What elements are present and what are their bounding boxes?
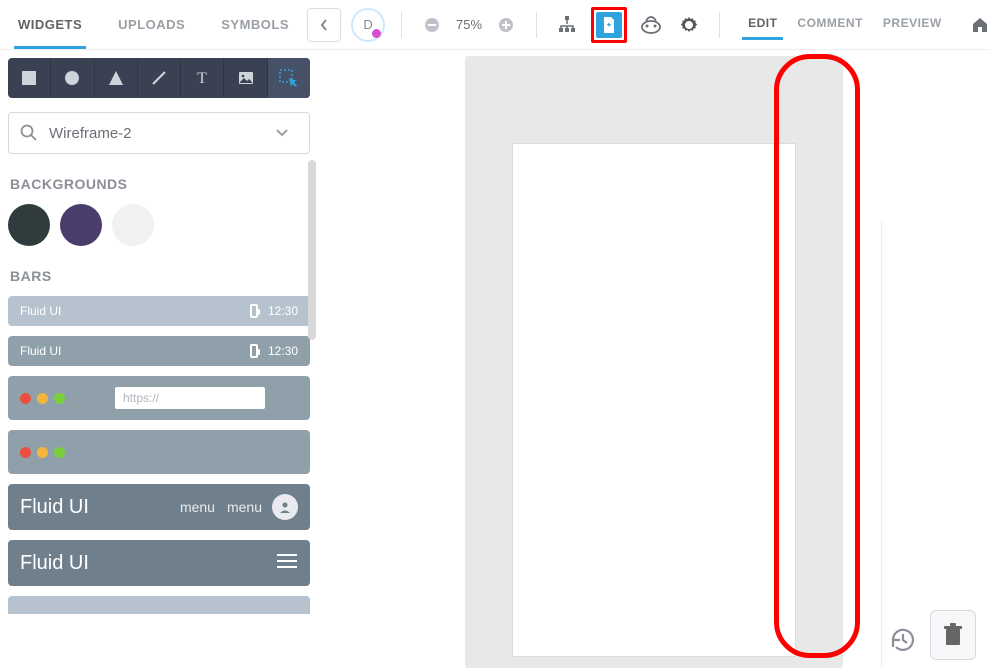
widgets-sidebar: T Wireframe-2 BACKGROUNDS BARS Fluid UI … <box>0 50 318 668</box>
shape-circle-button[interactable] <box>51 58 94 98</box>
prev-page-button[interactable] <box>307 8 341 42</box>
shape-rectangle-button[interactable] <box>8 58 51 98</box>
section-backgrounds-label: BACKGROUNDS <box>10 176 310 192</box>
appbar-menu1: menu <box>180 499 215 515</box>
traffic-lights <box>20 447 65 458</box>
shape-image-button[interactable] <box>224 58 267 98</box>
mode-tabs: EDIT COMMENT PREVIEW <box>740 10 950 40</box>
add-page-button[interactable] <box>596 12 622 38</box>
traffic-yellow-icon <box>37 447 48 458</box>
mode-comment[interactable]: COMMENT <box>789 10 871 40</box>
section-bars-label: BARS <box>10 268 310 284</box>
widget-statusbar-dark[interactable]: Fluid UI 12:30 <box>8 336 310 366</box>
widget-appbar-hamburger[interactable]: Fluid UI <box>8 540 310 586</box>
traffic-red-icon <box>20 393 31 404</box>
shape-tool-row: T <box>8 58 310 98</box>
traffic-red-icon <box>20 447 31 458</box>
settings-button[interactable] <box>675 11 703 39</box>
statusbar-label: Fluid UI <box>20 344 61 358</box>
tab-symbols[interactable]: SYMBOLS <box>203 0 307 49</box>
shape-text-button[interactable]: T <box>181 58 224 98</box>
traffic-green-icon <box>54 447 65 458</box>
statusbar-time: 12:30 <box>268 344 298 358</box>
library-tabs: WIDGETS UPLOADS SYMBOLS <box>0 0 307 49</box>
traffic-lights <box>20 393 65 404</box>
trash-button[interactable] <box>930 610 976 660</box>
traffic-yellow-icon <box>37 393 48 404</box>
avatar-letter: D <box>363 17 372 32</box>
bg-swatch-purple[interactable] <box>60 204 102 246</box>
addressbar-placeholder: https:// <box>115 387 265 409</box>
widget-bar-peek[interactable] <box>8 596 310 614</box>
toolbar-divider <box>536 12 537 38</box>
share-button[interactable] <box>637 11 665 39</box>
bg-swatch-light[interactable] <box>112 204 154 246</box>
history-button[interactable] <box>888 625 918 660</box>
tab-widgets[interactable]: WIDGETS <box>0 0 100 49</box>
appbar-title: Fluid UI <box>20 496 89 519</box>
widget-windowbar[interactable] <box>8 430 310 474</box>
tab-uploads[interactable]: UPLOADS <box>100 0 203 49</box>
statusbar-time: 12:30 <box>268 304 298 318</box>
workspace: T Wireframe-2 BACKGROUNDS BARS Fluid UI … <box>0 50 990 668</box>
widget-appbar-menu[interactable]: Fluid UI menu menu <box>8 484 310 530</box>
user-avatar[interactable]: D <box>351 8 385 42</box>
annotation-highlight-addpage <box>591 7 627 43</box>
top-toolbar: WIDGETS UPLOADS SYMBOLS D 75% <box>0 0 990 50</box>
widget-statusbar-light[interactable]: Fluid UI 12:30 <box>8 296 310 326</box>
toolbar-divider <box>719 12 720 38</box>
sitemap-button[interactable] <box>553 11 581 39</box>
adjacent-artboard-peek[interactable] <box>882 220 990 668</box>
toolbar-divider <box>401 12 402 38</box>
chevron-down-icon[interactable] <box>275 125 299 142</box>
mode-preview[interactable]: PREVIEW <box>875 10 950 40</box>
widget-browserbar[interactable]: https:// <box>8 376 310 420</box>
shape-triangle-button[interactable] <box>95 58 138 98</box>
search-icon <box>19 123 39 143</box>
artboard-frame[interactable] <box>465 56 843 668</box>
zoom-level: 75% <box>456 17 482 32</box>
zoom-in-button[interactable] <box>492 11 520 39</box>
shape-line-button[interactable] <box>138 58 181 98</box>
search-input-value: Wireframe-2 <box>49 125 275 142</box>
sidebar-scrollbar[interactable] <box>308 160 316 340</box>
battery-icon <box>250 304 258 318</box>
bg-swatch-dark[interactable] <box>8 204 50 246</box>
backgrounds-row <box>8 204 310 246</box>
mode-edit[interactable]: EDIT <box>740 10 785 40</box>
statusbar-label: Fluid UI <box>20 304 61 318</box>
battery-icon <box>250 344 258 358</box>
home-button[interactable] <box>966 11 990 39</box>
zoom-out-button[interactable] <box>418 11 446 39</box>
shape-hotspot-button[interactable] <box>268 58 310 98</box>
artboard-page[interactable] <box>513 144 795 656</box>
presence-dot-icon <box>372 29 381 38</box>
hamburger-icon <box>276 552 298 575</box>
appbar-menu2: menu <box>227 499 262 515</box>
svg-text:T: T <box>197 70 207 87</box>
canvas[interactable] <box>318 50 990 668</box>
widgets-search[interactable]: Wireframe-2 <box>8 112 310 154</box>
appbar-title: Fluid UI <box>20 552 89 575</box>
traffic-green-icon <box>54 393 65 404</box>
user-circle-icon <box>272 494 298 520</box>
